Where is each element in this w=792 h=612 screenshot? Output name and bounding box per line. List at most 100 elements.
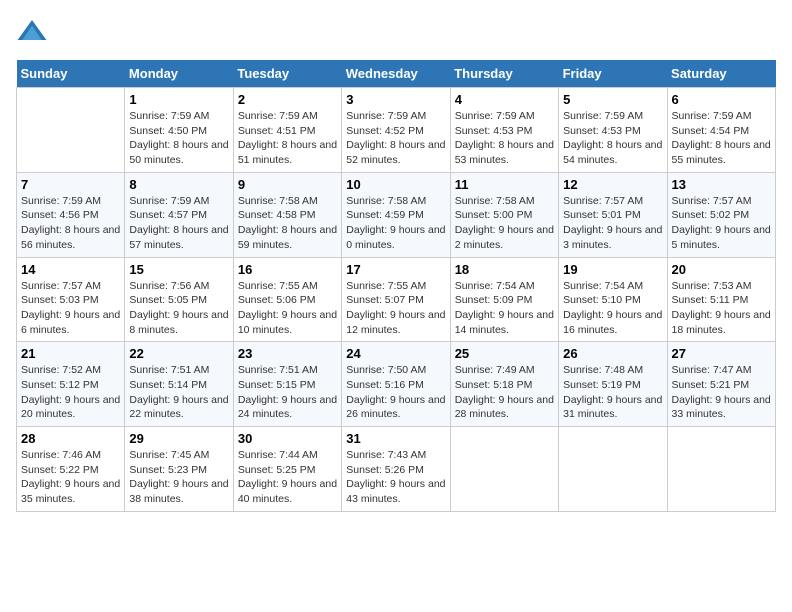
- day-detail: Sunrise: 7:59 AMSunset: 4:53 PMDaylight:…: [563, 109, 662, 168]
- calendar-cell: [667, 427, 775, 512]
- day-number: 7: [21, 177, 120, 192]
- day-number: 9: [238, 177, 337, 192]
- day-detail: Sunrise: 7:52 AMSunset: 5:12 PMDaylight:…: [21, 363, 120, 422]
- day-number: 18: [455, 262, 554, 277]
- day-detail: Sunrise: 7:44 AMSunset: 5:25 PMDaylight:…: [238, 448, 337, 507]
- day-detail: Sunrise: 7:56 AMSunset: 5:05 PMDaylight:…: [129, 279, 228, 338]
- calendar-cell: [559, 427, 667, 512]
- day-detail: Sunrise: 7:54 AMSunset: 5:10 PMDaylight:…: [563, 279, 662, 338]
- day-number: 22: [129, 346, 228, 361]
- day-detail: Sunrise: 7:57 AMSunset: 5:02 PMDaylight:…: [672, 194, 771, 253]
- day-number: 30: [238, 431, 337, 446]
- page-header: [16, 16, 776, 48]
- day-detail: Sunrise: 7:53 AMSunset: 5:11 PMDaylight:…: [672, 279, 771, 338]
- day-number: 2: [238, 92, 337, 107]
- calendar-cell: 11 Sunrise: 7:58 AMSunset: 5:00 PMDayligh…: [450, 172, 558, 257]
- calendar-cell: 16 Sunrise: 7:55 AMSunset: 5:06 PMDayligh…: [233, 257, 341, 342]
- weekday-header-wednesday: Wednesday: [342, 60, 450, 88]
- calendar-table: SundayMondayTuesdayWednesdayThursdayFrid…: [16, 60, 776, 512]
- day-detail: Sunrise: 7:51 AMSunset: 5:15 PMDaylight:…: [238, 363, 337, 422]
- calendar-cell: 4Sunrise: 7:59 AMSunset: 4:53 PMDaylight…: [450, 88, 558, 173]
- calendar-cell: 27 Sunrise: 7:47 AMSunset: 5:21 PMDayligh…: [667, 342, 775, 427]
- calendar-cell: 13 Sunrise: 7:57 AMSunset: 5:02 PMDayligh…: [667, 172, 775, 257]
- day-detail: Sunrise: 7:43 AMSunset: 5:26 PMDaylight:…: [346, 448, 445, 507]
- day-detail: Sunrise: 7:59 AMSunset: 4:51 PMDaylight:…: [238, 109, 337, 168]
- calendar-cell: 19Sunrise: 7:54 AMSunset: 5:10 PMDayligh…: [559, 257, 667, 342]
- day-number: 20: [672, 262, 771, 277]
- calendar-cell: 15Sunrise: 7:56 AMSunset: 5:05 PMDayligh…: [125, 257, 233, 342]
- calendar-cell: 31 Sunrise: 7:43 AMSunset: 5:26 PMDayligh…: [342, 427, 450, 512]
- weekday-header-monday: Monday: [125, 60, 233, 88]
- day-detail: Sunrise: 7:59 AMSunset: 4:56 PMDaylight:…: [21, 194, 120, 253]
- calendar-cell: [17, 88, 125, 173]
- day-number: 5: [563, 92, 662, 107]
- weekday-header-sunday: Sunday: [17, 60, 125, 88]
- calendar-cell: 28Sunrise: 7:46 AMSunset: 5:22 PMDayligh…: [17, 427, 125, 512]
- weekday-header-tuesday: Tuesday: [233, 60, 341, 88]
- day-detail: Sunrise: 7:45 AMSunset: 5:23 PMDaylight:…: [129, 448, 228, 507]
- weekday-header-friday: Friday: [559, 60, 667, 88]
- day-number: 12: [563, 177, 662, 192]
- calendar-cell: 26 Sunrise: 7:48 AMSunset: 5:19 PMDayligh…: [559, 342, 667, 427]
- calendar-week-5: 28Sunrise: 7:46 AMSunset: 5:22 PMDayligh…: [17, 427, 776, 512]
- calendar-cell: 18Sunrise: 7:54 AMSunset: 5:09 PMDayligh…: [450, 257, 558, 342]
- day-number: 3: [346, 92, 445, 107]
- day-number: 25: [455, 346, 554, 361]
- day-number: 13: [672, 177, 771, 192]
- day-number: 8: [129, 177, 228, 192]
- calendar-cell: 2 Sunrise: 7:59 AMSunset: 4:51 PMDaylight…: [233, 88, 341, 173]
- day-number: 31: [346, 431, 445, 446]
- calendar-cell: 10 Sunrise: 7:58 AMSunset: 4:59 PMDayligh…: [342, 172, 450, 257]
- day-number: 28: [21, 431, 120, 446]
- day-number: 27: [672, 346, 771, 361]
- day-detail: Sunrise: 7:58 AMSunset: 4:58 PMDaylight:…: [238, 194, 337, 253]
- calendar-cell: 6Sunrise: 7:59 AMSunset: 4:54 PMDaylight…: [667, 88, 775, 173]
- calendar-cell: 17Sunrise: 7:55 AMSunset: 5:07 PMDayligh…: [342, 257, 450, 342]
- calendar-week-1: 1Sunrise: 7:59 AMSunset: 4:50 PMDaylight…: [17, 88, 776, 173]
- calendar-cell: [450, 427, 558, 512]
- calendar-cell: 7 Sunrise: 7:59 AMSunset: 4:56 PMDaylight…: [17, 172, 125, 257]
- day-detail: Sunrise: 7:47 AMSunset: 5:21 PMDaylight:…: [672, 363, 771, 422]
- logo: [16, 16, 52, 48]
- calendar-cell: 24Sunrise: 7:50 AMSunset: 5:16 PMDayligh…: [342, 342, 450, 427]
- calendar-cell: 3 Sunrise: 7:59 AMSunset: 4:52 PMDaylight…: [342, 88, 450, 173]
- day-number: 24: [346, 346, 445, 361]
- calendar-cell: 23 Sunrise: 7:51 AMSunset: 5:15 PMDayligh…: [233, 342, 341, 427]
- calendar-cell: 20 Sunrise: 7:53 AMSunset: 5:11 PMDayligh…: [667, 257, 775, 342]
- calendar-cell: 29Sunrise: 7:45 AMSunset: 5:23 PMDayligh…: [125, 427, 233, 512]
- weekday-header-thursday: Thursday: [450, 60, 558, 88]
- day-detail: Sunrise: 7:58 AMSunset: 4:59 PMDaylight:…: [346, 194, 445, 253]
- calendar-cell: 25 Sunrise: 7:49 AMSunset: 5:18 PMDayligh…: [450, 342, 558, 427]
- day-detail: Sunrise: 7:55 AMSunset: 5:07 PMDaylight:…: [346, 279, 445, 338]
- calendar-week-2: 7 Sunrise: 7:59 AMSunset: 4:56 PMDaylight…: [17, 172, 776, 257]
- day-detail: Sunrise: 7:59 AMSunset: 4:52 PMDaylight:…: [346, 109, 445, 168]
- day-detail: Sunrise: 7:57 AMSunset: 5:01 PMDaylight:…: [563, 194, 662, 253]
- day-number: 21: [21, 346, 120, 361]
- weekday-header-row: SundayMondayTuesdayWednesdayThursdayFrid…: [17, 60, 776, 88]
- calendar-cell: 9 Sunrise: 7:58 AMSunset: 4:58 PMDaylight…: [233, 172, 341, 257]
- day-number: 11: [455, 177, 554, 192]
- day-detail: Sunrise: 7:51 AMSunset: 5:14 PMDaylight:…: [129, 363, 228, 422]
- day-detail: Sunrise: 7:59 AMSunset: 4:53 PMDaylight:…: [455, 109, 554, 168]
- calendar-week-3: 14Sunrise: 7:57 AMSunset: 5:03 PMDayligh…: [17, 257, 776, 342]
- day-number: 16: [238, 262, 337, 277]
- calendar-week-4: 21 Sunrise: 7:52 AMSunset: 5:12 PMDayligh…: [17, 342, 776, 427]
- day-detail: Sunrise: 7:49 AMSunset: 5:18 PMDaylight:…: [455, 363, 554, 422]
- day-number: 1: [129, 92, 228, 107]
- day-number: 10: [346, 177, 445, 192]
- calendar-cell: 1Sunrise: 7:59 AMSunset: 4:50 PMDaylight…: [125, 88, 233, 173]
- day-number: 6: [672, 92, 771, 107]
- calendar-cell: 8 Sunrise: 7:59 AMSunset: 4:57 PMDaylight…: [125, 172, 233, 257]
- logo-icon: [16, 16, 48, 48]
- weekday-header-saturday: Saturday: [667, 60, 775, 88]
- day-detail: Sunrise: 7:59 AMSunset: 4:57 PMDaylight:…: [129, 194, 228, 253]
- day-number: 26: [563, 346, 662, 361]
- day-number: 23: [238, 346, 337, 361]
- day-detail: Sunrise: 7:55 AMSunset: 5:06 PMDaylight:…: [238, 279, 337, 338]
- calendar-cell: 21 Sunrise: 7:52 AMSunset: 5:12 PMDayligh…: [17, 342, 125, 427]
- day-detail: Sunrise: 7:48 AMSunset: 5:19 PMDaylight:…: [563, 363, 662, 422]
- day-detail: Sunrise: 7:58 AMSunset: 5:00 PMDaylight:…: [455, 194, 554, 253]
- calendar-cell: 30 Sunrise: 7:44 AMSunset: 5:25 PMDayligh…: [233, 427, 341, 512]
- calendar-cell: 22 Sunrise: 7:51 AMSunset: 5:14 PMDayligh…: [125, 342, 233, 427]
- day-number: 14: [21, 262, 120, 277]
